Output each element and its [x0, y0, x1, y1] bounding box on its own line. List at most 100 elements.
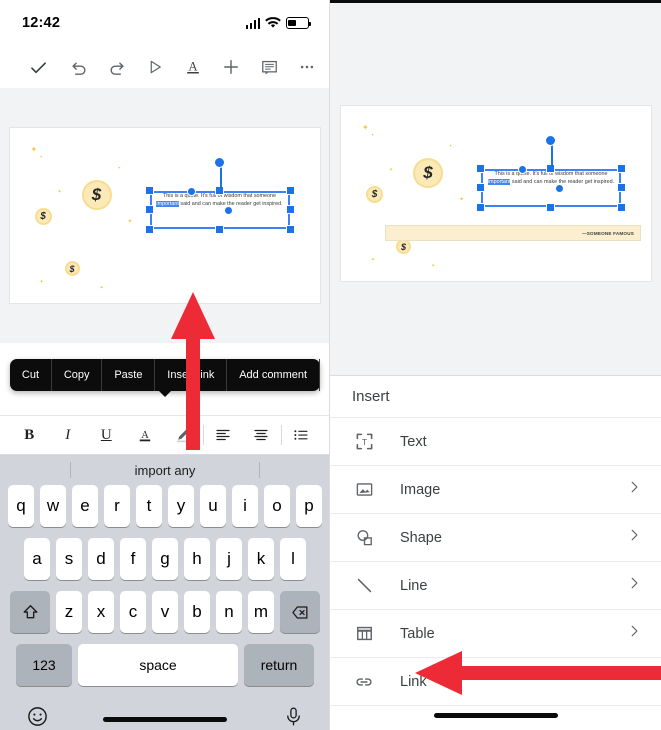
key-y[interactable]: y	[168, 485, 194, 527]
context-menu-cut[interactable]: Cut	[10, 359, 52, 391]
key-return[interactable]: return	[244, 644, 314, 686]
present-icon[interactable]	[136, 50, 174, 84]
insert-item-image[interactable]: Image	[330, 466, 661, 514]
sparkle-icon: ✦	[99, 285, 104, 291]
text-color-icon[interactable]: A	[126, 416, 165, 454]
key-s[interactable]: s	[56, 538, 82, 580]
keyboard-row-1: q w e r t y u i o p	[0, 485, 329, 527]
chevron-right-icon	[627, 576, 641, 595]
key-g[interactable]: g	[152, 538, 178, 580]
text-format-icon[interactable]: A	[174, 50, 212, 84]
selection-grip-end[interactable]	[555, 184, 564, 193]
sparkle-icon: ✦	[431, 263, 436, 269]
underline-icon[interactable]: U	[87, 416, 126, 454]
sparkle-icon: ✦	[371, 132, 375, 137]
bold-icon[interactable]: B	[10, 416, 49, 454]
slide-preview[interactable]: $ $ $ ✦ ✦ ✦ ✦ ✦ ✦ ✦ This is a quote. It'…	[341, 106, 651, 281]
key-j[interactable]: j	[216, 538, 242, 580]
list-icon[interactable]	[282, 416, 321, 454]
insert-panel-title: Insert	[330, 376, 661, 418]
svg-text:A: A	[141, 430, 149, 441]
onscreen-keyboard[interactable]: import any q w e r t y u i o p a s d f g…	[0, 455, 329, 730]
screen-top-edge	[330, 0, 661, 3]
microphone-icon[interactable]	[283, 705, 304, 730]
table-icon	[352, 622, 376, 646]
insert-item-label: Line	[400, 577, 428, 594]
key-r[interactable]: r	[104, 485, 130, 527]
key-d[interactable]: d	[88, 538, 114, 580]
key-u[interactable]: u	[200, 485, 226, 527]
chevron-right-icon	[627, 528, 641, 547]
screenshot-root: 12:42 A $ $ $ ✦ ✦ ✦ ✦ ✦ ✦ ✦ This is a qu…	[0, 0, 661, 730]
key-a[interactable]: a	[24, 538, 50, 580]
key-z[interactable]: z	[56, 591, 82, 633]
insert-item-label: Text	[400, 433, 427, 450]
more-icon[interactable]	[288, 50, 326, 84]
redo-icon[interactable]	[98, 50, 136, 84]
backspace-icon[interactable]	[280, 591, 320, 633]
selection-grip-end[interactable]	[223, 206, 233, 215]
align-center-icon[interactable]	[242, 416, 281, 454]
key-i[interactable]: i	[232, 485, 258, 527]
sparkle-icon: ✦	[39, 154, 43, 159]
selection-grip-start[interactable]	[186, 187, 196, 196]
keyboard-row-2: a s d f g h j k l	[0, 538, 329, 580]
coin-icon-small-left: $	[366, 186, 383, 203]
add-icon[interactable]	[212, 50, 250, 84]
key-l[interactable]: l	[280, 538, 306, 580]
coin-icon-small-bottom: $	[64, 261, 80, 276]
shift-icon[interactable]	[10, 591, 50, 633]
chevron-right-icon	[627, 480, 641, 499]
context-menu-add-comment[interactable]: Add comment	[227, 359, 320, 391]
keyboard-row-3: z x c v b n m	[0, 591, 329, 633]
status-bar: 12:42	[0, 0, 329, 46]
chevron-right-icon	[627, 624, 641, 643]
key-x[interactable]: x	[88, 591, 114, 633]
sparkle-icon: ✦	[449, 143, 453, 148]
sparkle-icon: ✦	[117, 165, 121, 170]
key-b[interactable]: b	[184, 591, 210, 633]
italic-icon[interactable]: I	[49, 416, 88, 454]
coin-icon-small-bottom: $	[396, 239, 411, 254]
key-n[interactable]: n	[216, 591, 242, 633]
sparkle-icon: ✦	[39, 279, 44, 285]
insert-item-text[interactable]: T Text	[330, 418, 661, 466]
key-w[interactable]: w	[40, 485, 66, 527]
key-numbers[interactable]: 123	[16, 644, 72, 686]
key-q[interactable]: q	[8, 485, 34, 527]
sparkle-icon: ✦	[127, 219, 133, 225]
slide-canvas[interactable]: $ $ $ ✦ ✦ ✦ ✦ ✦ ✦ ✦ This is a quote. It'…	[9, 128, 320, 303]
key-e[interactable]: e	[72, 485, 98, 527]
insert-item-label: Image	[400, 481, 441, 498]
insert-item-line[interactable]: Line	[330, 562, 661, 610]
svg-text:T: T	[361, 437, 367, 447]
key-h[interactable]: h	[184, 538, 210, 580]
comment-icon[interactable]	[250, 50, 288, 84]
key-c[interactable]: c	[120, 591, 146, 633]
key-m[interactable]: m	[248, 591, 274, 633]
key-v[interactable]: v	[152, 591, 178, 633]
key-k[interactable]: k	[248, 538, 274, 580]
key-p[interactable]: p	[296, 485, 322, 527]
attribution-textbox[interactable]: —SOMEONE FAMOUS	[385, 225, 641, 241]
keyboard-bottom-row	[0, 697, 329, 730]
selected-textbox[interactable]: This is a quote. It's full of wisdom tha…	[144, 157, 295, 234]
keyboard-suggestion[interactable]: import any	[0, 455, 329, 485]
sparkle-icon: ✦	[30, 145, 38, 154]
selected-textbox[interactable]: This is a quote. It's full of wisdom tha…	[476, 135, 626, 212]
context-menu-copy[interactable]: Copy	[52, 359, 103, 391]
check-icon[interactable]	[16, 50, 60, 84]
home-indicator	[433, 713, 558, 718]
key-space[interactable]: space	[78, 644, 238, 686]
rotate-handle[interactable]	[545, 135, 556, 146]
status-time: 12:42	[22, 15, 61, 31]
key-t[interactable]: t	[136, 485, 162, 527]
selection-grip-start[interactable]	[518, 165, 527, 174]
emoji-icon[interactable]	[26, 705, 49, 730]
insert-item-shape[interactable]: Shape	[330, 514, 661, 562]
key-f[interactable]: f	[120, 538, 146, 580]
undo-icon[interactable]	[60, 50, 98, 84]
key-o[interactable]: o	[264, 485, 290, 527]
rotate-handle[interactable]	[213, 157, 225, 168]
context-menu-paste[interactable]: Paste	[102, 359, 156, 391]
